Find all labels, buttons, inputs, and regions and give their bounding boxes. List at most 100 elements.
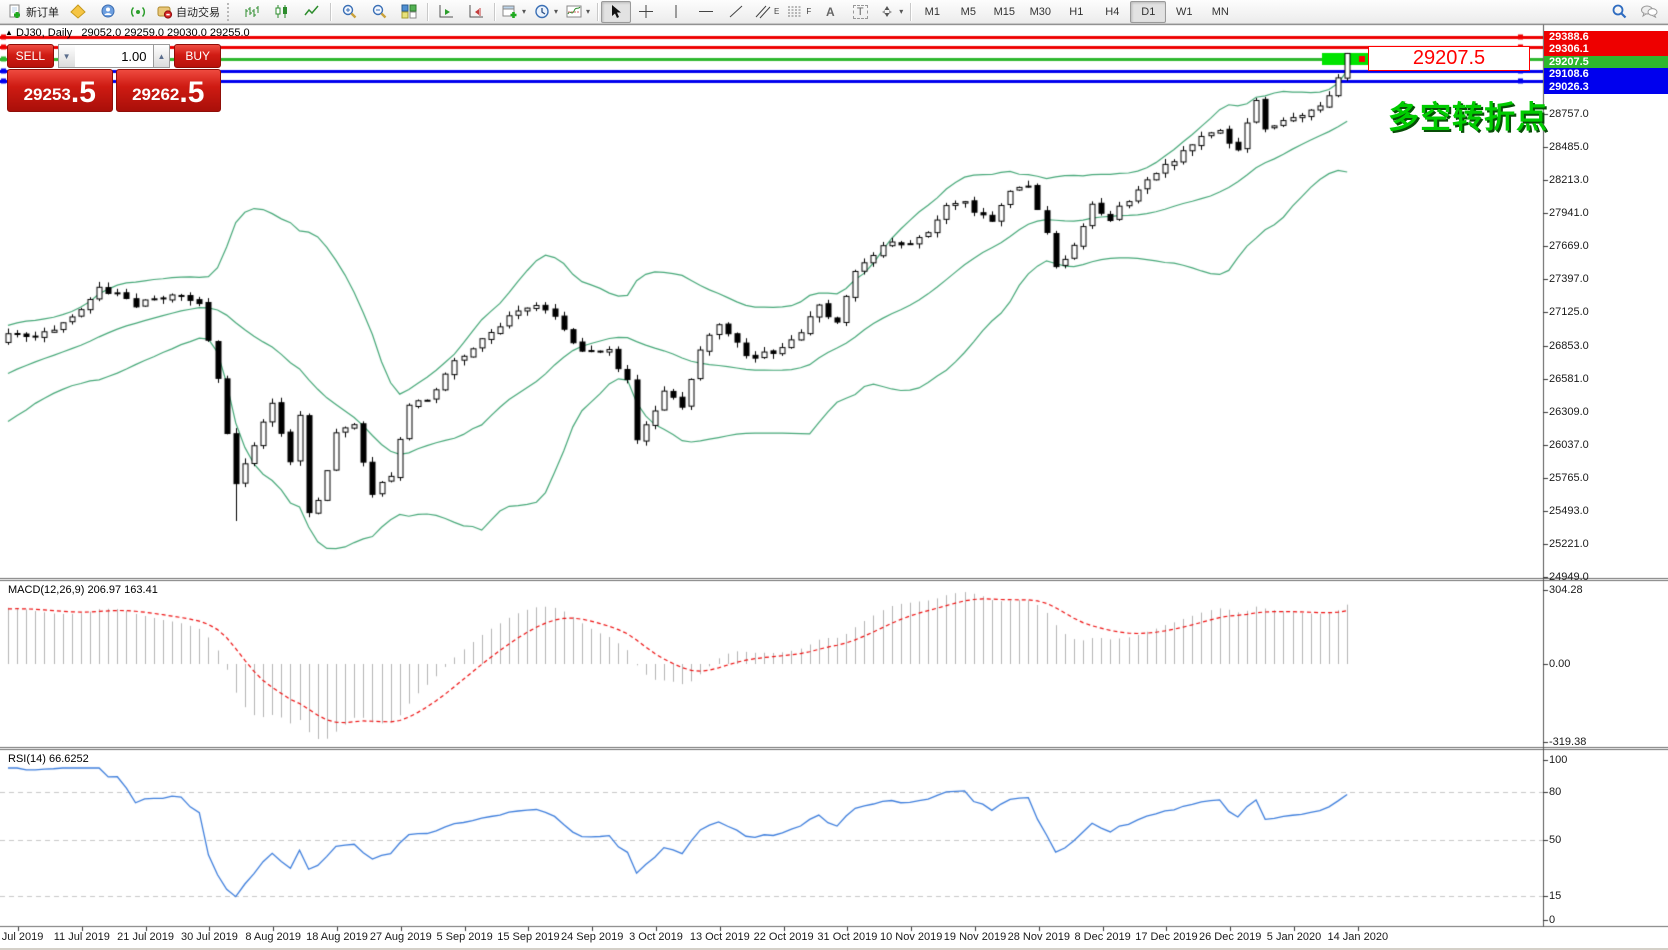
zoom-out-button[interactable] [364,1,394,23]
price-chart-canvas[interactable] [0,0,1668,950]
candlestick-chart-button[interactable] [267,1,297,23]
vertical-line-tool-button[interactable] [661,1,691,23]
level-label-resistance: 29306.1 [1544,43,1668,56]
price-scale-tick: 25221.0 [1549,538,1664,550]
date-axis-label: 17 Dec 2019 [1135,931,1197,943]
search-icon [1611,4,1627,20]
crosshair-tool-button[interactable] [631,1,661,23]
trendline-tool-button[interactable] [721,1,751,23]
tile-windows-icon [401,4,417,19]
macd-scale-tick: -319.38 [1549,736,1664,748]
price-scale-tick: 24949.0 [1549,571,1664,583]
text-label-tool-button[interactable]: T [845,1,875,23]
date-axis-label: 3 Oct 2019 [629,931,683,943]
price-scale-tick: 25765.0 [1549,472,1664,484]
line-chart-button[interactable] [297,1,327,23]
price-scale-tick: 27941.0 [1549,207,1664,219]
level-label-support: 29026.3 [1544,81,1668,94]
date-axis-label: 5 Sep 2019 [436,931,492,943]
dropdown-arrow-icon[interactable]: ▾ [899,7,903,16]
vertical-line-icon [671,4,681,19]
autotrade-button[interactable]: 自动交易 [153,1,224,23]
timeframe-button-h4[interactable]: H4 [1094,1,1130,23]
chart-ohlc-values: 29052.0 29259.0 29030.0 29255.0 [81,27,249,39]
buy-price-main: 29262 [132,82,179,108]
price-callout-label[interactable]: 29207.5 [1368,46,1530,71]
macd-indicator-label: MACD(12,26,9) 206.97 163.41 [8,584,158,596]
sell-button[interactable]: SELL [7,44,54,68]
text-label-icon: T [853,5,868,19]
text-tool-button[interactable]: A [815,1,845,23]
bar-chart-button[interactable] [237,1,267,23]
date-axis-label: 18 Aug 2019 [306,931,368,943]
date-axis-label: 8 Aug 2019 [245,931,301,943]
macd-scale-tick: 304.28 [1549,584,1664,596]
volume-decrease-button[interactable]: ▼ [58,44,75,68]
date-axis-label: 8 Dec 2019 [1074,931,1130,943]
cursor-icon [609,4,623,19]
auto-scroll-icon [438,4,454,19]
date-axis-label: 11 Jul 2019 [54,931,110,943]
tile-windows-button[interactable] [394,1,424,23]
timeframe-button-w1[interactable]: W1 [1166,1,1202,23]
channel-sub-glyph: E [774,7,779,16]
fibonacci-tool-button[interactable]: F [783,1,815,23]
date-axis-label: 15 Sep 2019 [497,931,559,943]
price-scale-tick: 28757.0 [1549,108,1664,120]
dropdown-arrow-icon[interactable]: ▾ [554,7,558,16]
horizontal-line-tool-button[interactable] [691,1,721,23]
chart-shift-button[interactable] [461,1,491,23]
profile-icon [100,4,116,19]
buy-price-display[interactable]: 29262 .5 [116,69,222,112]
timeframe-button-m15[interactable]: M15 [986,1,1022,23]
timeframe-button-mn[interactable]: MN [1202,1,1238,23]
indicators-button[interactable]: ▾ [562,1,594,23]
channel-tool-button[interactable]: E [751,1,783,23]
signal-button[interactable] [123,1,153,23]
cursor-tool-button[interactable] [601,1,631,23]
price-scale-tick: 26853.0 [1549,340,1664,352]
price-scale-tick: 28485.0 [1549,141,1664,153]
toolbar-separator [597,3,598,21]
profiles-button[interactable]: ▾ [530,1,562,23]
timeframe-button-m30[interactable]: M30 [1022,1,1058,23]
horizontal-line-icon [698,4,714,19]
new-order-button[interactable]: 新订单 [4,1,63,23]
chart-candles-icon [274,4,290,19]
sell-price-display[interactable]: 29253 .5 [7,69,113,112]
dropdown-arrow-icon[interactable]: ▾ [586,7,590,16]
shapes-tool-button[interactable]: ▾ [875,1,907,23]
new-chart-button[interactable]: ▾ [498,1,530,23]
search-button[interactable] [1604,1,1634,23]
toolbar-separator [427,3,428,21]
timeframe-button-m1[interactable]: M1 [914,1,950,23]
auto-scroll-button[interactable] [431,1,461,23]
dropdown-arrow-icon[interactable]: ▾ [522,7,526,16]
new-order-icon [8,4,23,19]
turning-point-annotation[interactable]: 多空转折点 [1388,92,1548,137]
chart-bars-icon [244,4,260,19]
chart-window-marker-icon[interactable]: ▲ [5,28,13,37]
crosshair-icon [638,4,654,19]
buy-button[interactable]: BUY [174,44,221,68]
timeframe-button-d1[interactable]: D1 [1130,1,1166,23]
mql-editor-button[interactable] [63,1,93,23]
date-axis-label: 30 Jul 2019 [181,931,238,943]
fibo-sub-glyph: F [806,7,811,16]
profile-button[interactable] [93,1,123,23]
date-axis-label: 27 Aug 2019 [370,931,432,943]
fibonacci-icon [787,4,803,19]
date-axis-label: 2 Jul 2019 [0,931,43,943]
volume-increase-button[interactable]: ▲ [153,44,171,68]
profiles-clock-icon [534,4,550,19]
timeframe-button-m5[interactable]: M5 [950,1,986,23]
volume-input[interactable] [75,44,153,68]
new-order-label: 新订单 [26,4,59,20]
trendline-icon [728,4,744,19]
chat-button[interactable] [1634,1,1664,23]
timeframe-button-h1[interactable]: H1 [1058,1,1094,23]
zoom-out-icon [371,4,387,20]
price-scale-tick: 28213.0 [1549,174,1664,186]
zoom-in-button[interactable] [334,1,364,23]
mt4-application-window: 新订单 自动交易 [0,0,1668,950]
